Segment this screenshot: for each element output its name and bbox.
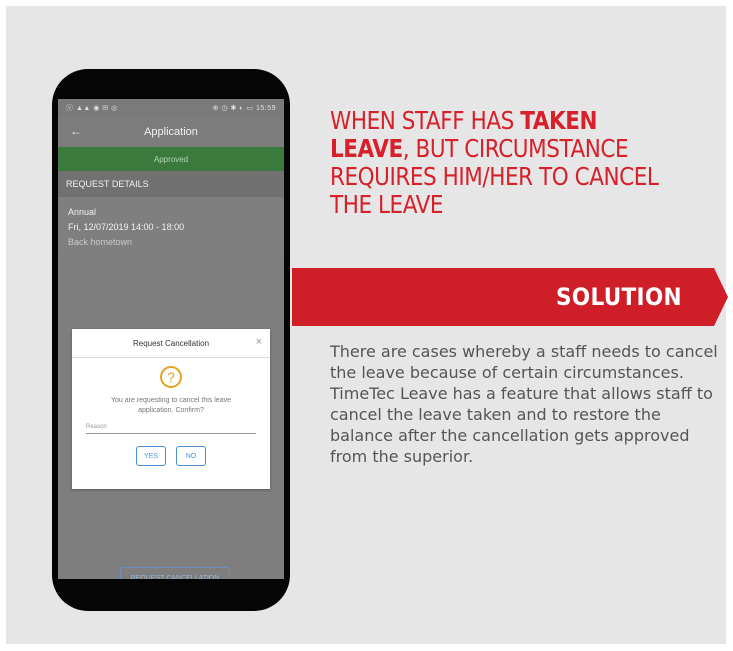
headline-part1: WHEN STAFF HAS	[330, 106, 521, 135]
headline: WHEN STAFF HAS TAKEN LEAVE, BUT CIRCUMST…	[330, 107, 674, 219]
content-panel: ⓥ ▲▲ ◉ ✉ ◎ ⊕ ◷ ✱ ◐ ▭ 15:59 ← Application…	[6, 6, 728, 644]
body-text: There are cases whereby a staff needs to…	[330, 342, 718, 466]
solution-label: SOLUTION	[556, 283, 682, 311]
phone-mockup: ⓥ ▲▲ ◉ ✉ ◎ ⊕ ◷ ✱ ◐ ▭ 15:59 ← Application…	[52, 69, 290, 611]
phone-screen: ⓥ ▲▲ ◉ ✉ ◎ ⊕ ◷ ✱ ◐ ▭ 15:59 ← Application…	[58, 99, 284, 579]
request-cancellation-button[interactable]: REQUEST CANCELLATION	[120, 567, 230, 579]
request-button-area: REQUEST CANCELLATION	[58, 99, 284, 579]
solution-banner: SOLUTION	[292, 268, 728, 326]
